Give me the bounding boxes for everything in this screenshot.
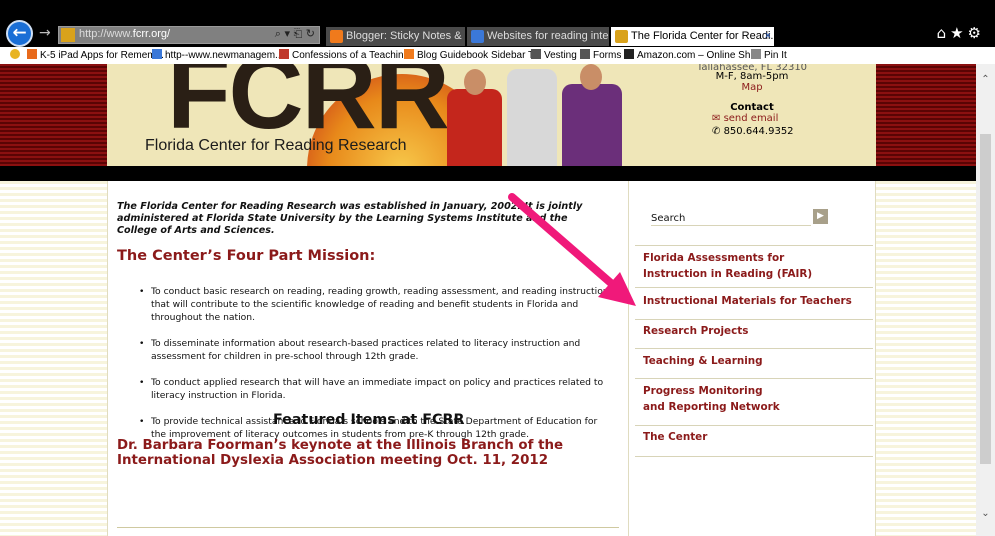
edu-icon bbox=[27, 49, 37, 59]
list-item: To disseminate information about researc… bbox=[138, 337, 613, 363]
back-button[interactable]: ← bbox=[6, 20, 33, 47]
fs-icon bbox=[580, 49, 590, 59]
site-favicon-icon bbox=[61, 28, 75, 42]
nav-link-the-center[interactable]: The Center bbox=[643, 429, 868, 445]
list-item: To conduct basic research on reading, re… bbox=[138, 285, 613, 324]
right-sidebar-nav: ▶ Florida Assessments forInstruction in … bbox=[628, 181, 876, 536]
tab-blogger[interactable]: Blogger: Sticky Notes & Glitter ... bbox=[326, 27, 465, 46]
favorite-link[interactable]: Vesting bbox=[531, 49, 577, 61]
tab-label: Websites for reading interventi... bbox=[487, 30, 609, 42]
student-photo bbox=[507, 69, 557, 166]
page-icon bbox=[152, 49, 162, 59]
scroll-down-icon[interactable]: ⌄ bbox=[976, 508, 995, 520]
phone-number: ✆ 850.644.9352 bbox=[712, 126, 794, 137]
site-subtitle: Florida Center for Reading Research bbox=[145, 137, 407, 154]
nav-link-progress-monitoring[interactable]: Progress Monitoring and Reporting Network bbox=[643, 383, 868, 415]
vertical-scrollbar[interactable]: ⌃ ⌄ bbox=[976, 64, 995, 536]
student-photo bbox=[464, 69, 486, 95]
featured-item-link[interactable]: Dr. Barbara Foorman’s keynote at the Ill… bbox=[117, 438, 627, 468]
address-bar-tools-icon[interactable]: ⌕ ▾ ⎗ ↻ bbox=[275, 27, 315, 41]
search-page-icon bbox=[471, 30, 484, 43]
student-photo bbox=[562, 84, 622, 166]
favorite-link[interactable]: Blog Guidebook Sidebar T... bbox=[404, 49, 541, 61]
scroll-up-icon[interactable]: ⌃ bbox=[976, 74, 995, 86]
home-favorites-settings-icons[interactable]: ⌂★⚙ bbox=[937, 24, 985, 42]
address-url[interactable]: http://www.fcrr.org/ bbox=[79, 28, 170, 40]
blogger-icon bbox=[330, 30, 343, 43]
forward-arrow-icon[interactable]: → bbox=[39, 25, 51, 41]
search-input[interactable] bbox=[651, 211, 811, 226]
nav-link-teaching-learning[interactable]: Teaching & Learning bbox=[643, 353, 868, 369]
student-photo bbox=[447, 89, 502, 166]
student-photo bbox=[580, 64, 602, 90]
address-bar[interactable]: http://www.fcrr.org/ ⌕ ▾ ⎗ ↻ bbox=[58, 26, 320, 44]
section-divider bbox=[117, 527, 619, 528]
fs-icon bbox=[531, 49, 541, 59]
hours-text: M-F, 8am-5pm bbox=[715, 71, 789, 82]
mail-icon: ✉ bbox=[712, 113, 724, 124]
right-border-decoration bbox=[876, 64, 976, 536]
contact-heading: Contact bbox=[730, 102, 774, 113]
favorite-link[interactable]: Forms bbox=[580, 49, 621, 61]
nav-link-research-projects[interactable]: Research Projects bbox=[643, 323, 868, 339]
search-go-icon[interactable]: ▶ bbox=[813, 209, 828, 224]
fcrr-favicon-icon bbox=[615, 30, 628, 43]
blog-icon bbox=[279, 49, 289, 59]
map-link[interactable]: Map bbox=[628, 82, 876, 93]
intro-paragraph: The Florida Center for Reading Research … bbox=[117, 201, 583, 236]
browser-titlebar: ← → http://www.fcrr.org/ ⌕ ▾ ⎗ ↻ Blogger… bbox=[0, 0, 995, 47]
tab-label: The Florida Center for Readi... bbox=[631, 30, 774, 42]
favorite-link[interactable]: Amazon.com – Online Sh... bbox=[624, 49, 759, 61]
favorite-link[interactable]: Confessions of a Teachin... bbox=[279, 49, 412, 61]
contact-info-panel: Tallahassee, FL 32310 M-F, 8am-5pm Map C… bbox=[628, 64, 876, 166]
list-item: To conduct applied research that will ha… bbox=[138, 376, 613, 402]
phone-icon: ✆ bbox=[712, 126, 724, 137]
favorites-star-icon[interactable] bbox=[10, 49, 23, 61]
featured-heading: Featured Items at FCRR bbox=[273, 412, 465, 428]
pin-icon bbox=[751, 49, 761, 59]
scroll-thumb[interactable] bbox=[980, 134, 991, 464]
tab-label: Blogger: Sticky Notes & Glitter ... bbox=[346, 30, 465, 42]
nav-link-instructional-materials[interactable]: Instructional Materials for Teachers bbox=[643, 293, 868, 309]
tab-websites[interactable]: Websites for reading interventi... bbox=[467, 27, 609, 46]
favorite-link[interactable]: http--www.newmanagem... bbox=[152, 49, 283, 61]
site-header-banner[interactable]: FCRR Florida Center for Reading Research bbox=[107, 64, 628, 166]
send-email-link[interactable]: ✉ send email bbox=[712, 113, 778, 124]
close-tab-icon[interactable]: × bbox=[765, 27, 771, 46]
tab-fcrr-active[interactable]: The Florida Center for Readi... × bbox=[611, 27, 774, 46]
favorite-link[interactable]: Pin It bbox=[751, 49, 787, 61]
blogger-icon bbox=[404, 49, 414, 59]
header-divider-band bbox=[0, 166, 976, 181]
nav-link-fair[interactable]: Florida Assessments for Instruction in Re… bbox=[643, 250, 868, 282]
amazon-icon bbox=[624, 49, 634, 59]
main-content: The Florida Center for Reading Research … bbox=[107, 181, 628, 536]
mission-heading: The Center’s Four Part Mission: bbox=[117, 248, 376, 264]
back-arrow-icon: ← bbox=[12, 23, 27, 43]
left-border-decoration bbox=[0, 64, 107, 536]
favorites-bar: K-5 iPad Apps for Remem... http--www.new… bbox=[0, 47, 995, 65]
favorite-link[interactable]: K-5 iPad Apps for Remem... bbox=[27, 49, 164, 61]
